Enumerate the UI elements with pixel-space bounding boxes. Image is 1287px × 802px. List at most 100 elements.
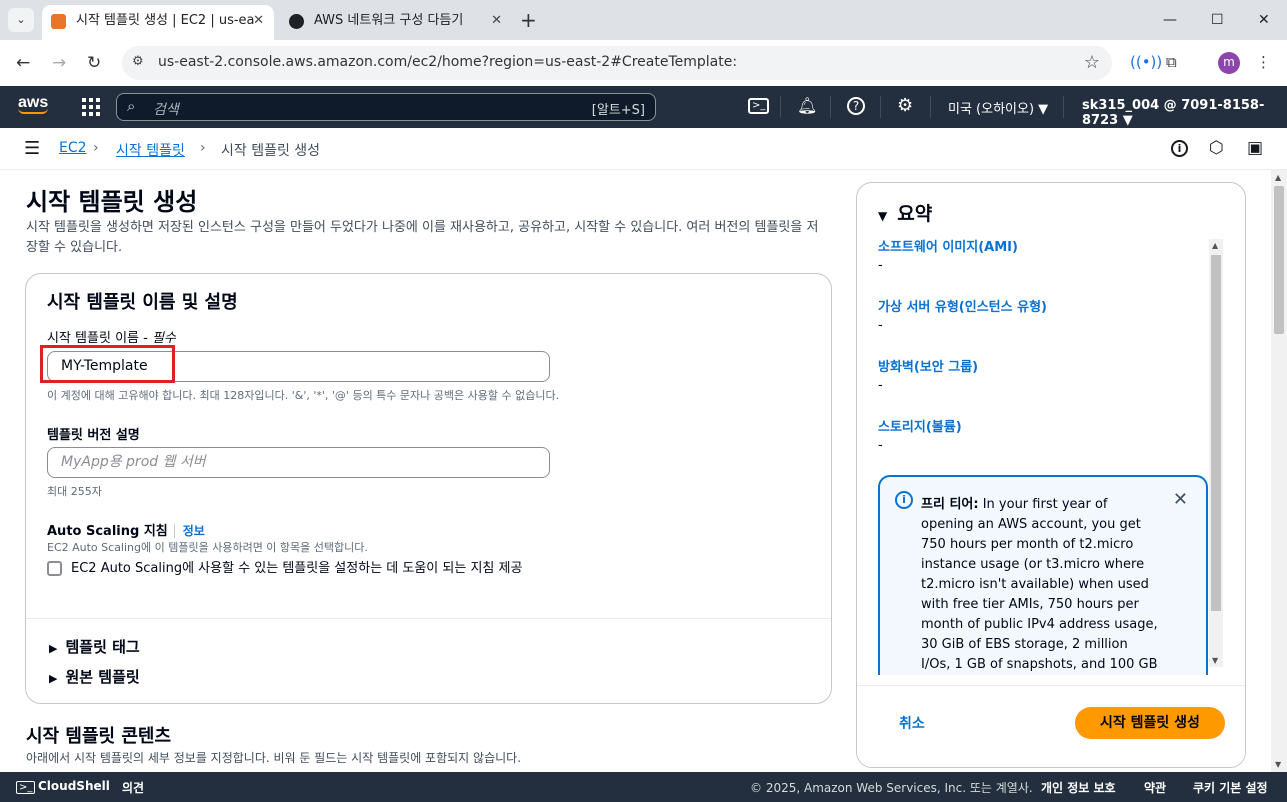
page-title: 시작 템플릿 생성 [26, 188, 198, 216]
auto-scaling-checkbox-label[interactable]: EC2 Auto Scaling에 사용할 수 있는 템플릿을 설정하는 데 도… [71, 559, 551, 579]
chevron-right-icon: › [93, 140, 99, 156]
extension-icon[interactable]: ((•)) [1130, 53, 1162, 71]
summary-title: 요약 [897, 203, 933, 225]
close-tab-icon[interactable]: ✕ [253, 5, 264, 37]
auto-scaling-label-text: Auto Scaling 지침 [47, 524, 168, 539]
feedback-link[interactable]: 의견 [122, 779, 144, 796]
summary-actions: 취소 시작 템플릿 생성 [857, 685, 1245, 767]
site-info-icon[interactable]: ⚙ [132, 54, 144, 69]
extensions-puzzle-icon[interactable]: ⧉ [1166, 53, 1177, 71]
browser-tab-active[interactable]: 시작 템플릿 생성 | EC2 | us-ea ✕ [42, 5, 274, 40]
version-description-label: 템플릿 버전 설명 [47, 428, 140, 443]
scroll-thumb[interactable] [1274, 186, 1284, 334]
info-panel-icon[interactable]: i [1171, 140, 1188, 157]
breadcrumb-ec2[interactable]: EC2 [59, 140, 87, 156]
help-icon[interactable]: ? [847, 97, 865, 115]
scroll-thumb[interactable] [1211, 255, 1221, 611]
auto-scaling-checkbox[interactable] [47, 561, 62, 576]
summary-header[interactable]: ▼ 요약 [878, 199, 932, 226]
summary-security-group-value: - [878, 378, 883, 393]
tab-title: 시작 템플릿 생성 | EC2 | us-ea [76, 13, 255, 28]
scroll-up-icon[interactable]: ▲ [1275, 173, 1281, 182]
browser-menu-icon[interactable]: ⋮ [1256, 53, 1271, 71]
feedback-screen-icon[interactable]: ▣ [1247, 138, 1263, 158]
close-tab-icon[interactable]: ✕ [491, 5, 502, 37]
free-tier-alert: i 프리 티어: In your first year of opening a… [878, 475, 1208, 675]
auto-scaling-hint: EC2 Auto Scaling에 이 템플릿을 사용하려면 이 항목을 선택합… [47, 541, 368, 554]
settings-gear-icon[interactable]: ⚙ [897, 96, 913, 116]
forward-icon[interactable]: → [52, 52, 66, 74]
url-field[interactable]: ⚙ us-east-2.console.aws.amazon.com/ec2/h… [122, 46, 1112, 80]
summary-instance-type-value: - [878, 318, 883, 333]
template-tags-expander[interactable]: ▶ 템플릿 태그 [49, 636, 140, 657]
hamburger-menu-icon[interactable]: ☰ [24, 138, 40, 159]
summary-scrollbar[interactable]: ▲ ▼ [1209, 239, 1223, 667]
breadcrumb-bar: ☰ EC2 › 시작 템플릿 › 시작 템플릿 생성 i ⬡ ▣ [0, 128, 1287, 170]
free-tier-title: 프리 티어: [921, 497, 979, 512]
version-description-input[interactable]: MyApp용 prod 웹 서버 [47, 447, 550, 478]
highlight-box [40, 345, 175, 383]
chevron-right-icon: › [200, 140, 206, 156]
chatgpt-favicon-icon [289, 14, 304, 29]
aws-favicon-icon [51, 14, 66, 29]
template-content-title: 시작 템플릿 콘텐츠 [26, 726, 172, 747]
reload-icon[interactable]: ↻ [87, 52, 101, 74]
scroll-up-icon[interactable]: ▲ [1212, 241, 1218, 250]
cookie-preferences-link[interactable]: 쿠키 기본 설정 [1193, 779, 1268, 796]
tab-search-button[interactable]: ⌄ [8, 8, 34, 32]
cancel-button[interactable]: 취소 [899, 713, 925, 733]
bookmark-star-icon[interactable]: ☆ [1084, 52, 1100, 73]
search-placeholder: 검색 [153, 102, 179, 118]
aws-logo[interactable]: aws [18, 94, 48, 114]
profile-avatar[interactable]: m [1218, 52, 1240, 74]
caret-down-icon: ▼ [878, 209, 888, 223]
summary-security-group-link[interactable]: 방화벽(보안 그룹) [878, 356, 978, 375]
summary-ami-link[interactable]: 소프트웨어 이미지(AMI) [878, 236, 1018, 255]
auto-scaling-label: Auto Scaling 지침 정보 [47, 520, 205, 539]
source-template-expander[interactable]: ▶ 원본 템플릿 [49, 666, 140, 687]
version-description-hint: 최대 255자 [47, 485, 102, 498]
region-selector[interactable]: 미국 (오하이오) ▼ [948, 98, 1048, 117]
privacy-link[interactable]: 개인 정보 보호 [1041, 779, 1116, 796]
summary-storage-value: - [878, 438, 883, 453]
terms-link[interactable]: 약관 [1144, 779, 1166, 796]
breadcrumb-launch-templates[interactable]: 시작 템플릿 [116, 140, 185, 160]
auto-scaling-info-link[interactable]: 정보 [173, 524, 205, 538]
close-icon[interactable]: ✕ [1173, 489, 1188, 510]
required-marker: 필수 [151, 331, 176, 346]
breadcrumb-current: 시작 템플릿 생성 [221, 143, 321, 159]
notifications-bell-icon[interactable]: 🔔︎ [797, 96, 817, 116]
summary-storage-link[interactable]: 스토리지(볼륨) [878, 416, 962, 435]
template-name-label: 시작 템플릿 이름 - 필수 [47, 327, 176, 346]
scroll-down-icon[interactable]: ▼ [1275, 760, 1281, 769]
browser-tab[interactable]: AWS 네트워크 구성 다듬기 ✕ [280, 5, 512, 40]
back-icon[interactable]: ← [16, 52, 30, 74]
new-tab-icon[interactable]: + [520, 8, 537, 32]
security-hexagon-icon[interactable]: ⬡ [1209, 138, 1224, 158]
scroll-down-icon[interactable]: ▼ [1212, 656, 1218, 665]
cloudshell-icon[interactable]: >_ [16, 781, 36, 794]
create-launch-template-button[interactable]: 시작 템플릿 생성 [1075, 707, 1225, 739]
cloudshell-link[interactable]: CloudShell [38, 779, 110, 793]
services-grid-icon[interactable] [82, 98, 100, 116]
tab-title: AWS 네트워크 구성 다듬기 [314, 13, 464, 28]
expander-label: 원본 템플릿 [65, 668, 140, 686]
caret-right-icon: ▶ [49, 672, 58, 685]
aws-logo-text: aws [18, 94, 49, 111]
cloudshell-icon[interactable]: >_ [748, 98, 770, 114]
page-scrollbar[interactable]: ▲ ▼ [1271, 170, 1287, 772]
template-name-label-text: 시작 템플릿 이름 - [47, 331, 152, 346]
minimize-icon[interactable]: — [1163, 8, 1177, 32]
maximize-icon[interactable]: ☐ [1211, 8, 1224, 32]
summary-instance-type-link[interactable]: 가상 서버 유형(인스턴스 유형) [878, 296, 1047, 315]
summary-ami-value: - [878, 258, 883, 273]
summary-panel: ▼ 요약 소프트웨어 이미지(AMI) - 가상 서버 유형(인스턴스 유형) -… [856, 182, 1246, 768]
address-bar: ← → ↻ ⚙ us-east-2.console.aws.amazon.com… [0, 40, 1287, 86]
close-window-icon[interactable]: ✕ [1258, 8, 1270, 32]
copyright-text: © 2025, Amazon Web Services, Inc. 또는 계열사… [750, 781, 1033, 795]
account-menu[interactable]: sk315_004 @ 7091-8158-8723 ▼ [1082, 98, 1287, 128]
free-tier-body: In your first year of opening an AWS acc… [921, 497, 1158, 672]
aws-search-input[interactable]: ⌕ 검색 [알트+S] [116, 93, 656, 121]
free-tier-text: 프리 티어: In your first year of opening an … [921, 495, 1161, 675]
url-text: us-east-2.console.aws.amazon.com/ec2/hom… [158, 54, 738, 70]
